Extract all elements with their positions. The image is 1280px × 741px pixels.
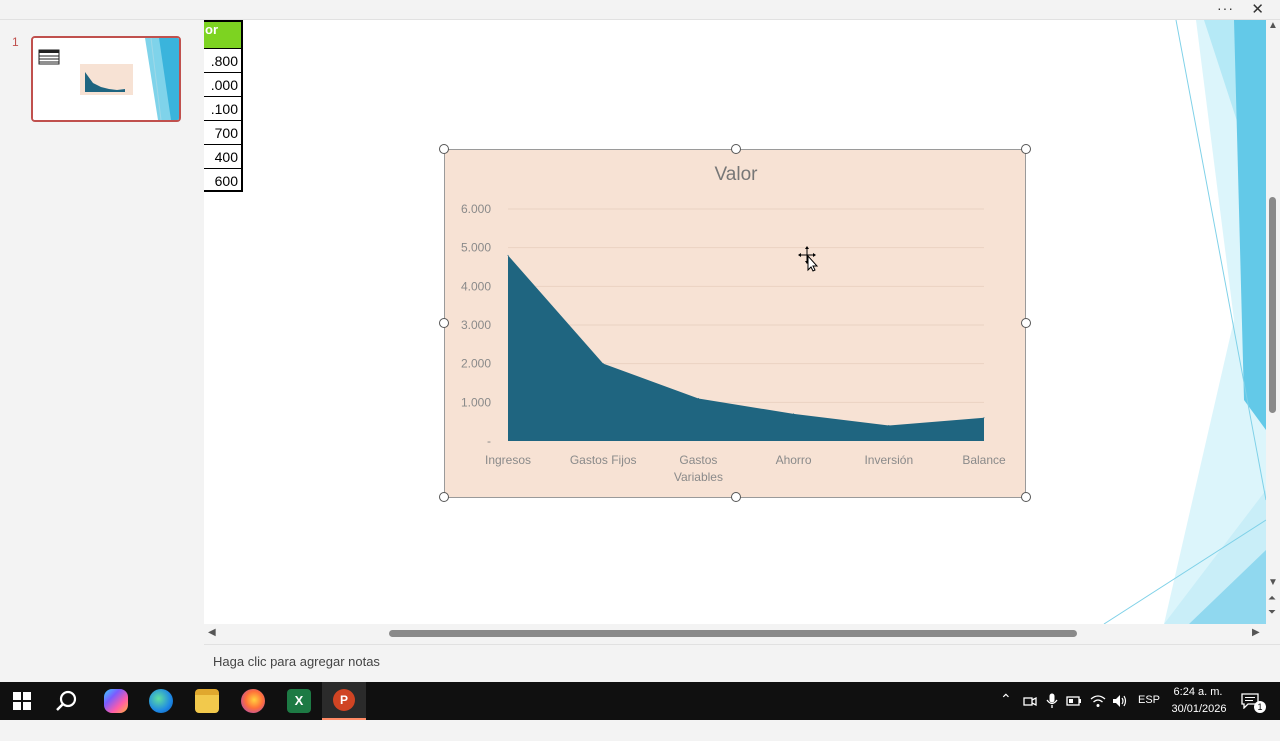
pasted-table-fragment[interactable]: or .800 .000 .100 700 400 600 (204, 20, 243, 192)
table-cell: 700 (204, 120, 241, 144)
y-tick-label: 6.000 (461, 202, 491, 216)
vertical-scrollbar[interactable]: ▲ ▼ ⏶ ⏷ (1266, 20, 1280, 624)
powerpoint-taskbar-button[interactable]: P (322, 682, 366, 720)
data-point (983, 417, 985, 419)
slide-thumbnail[interactable] (31, 36, 181, 122)
battery-icon[interactable] (1066, 694, 1082, 708)
powerpoint-icon: P (333, 689, 355, 711)
resize-handle-bottom-left[interactable] (439, 492, 449, 502)
resize-handle-top-left[interactable] (439, 144, 449, 154)
x-tick-label: Balance (962, 453, 1006, 467)
firefox-icon[interactable] (241, 689, 265, 713)
clock-date[interactable]: 30/01/2026 (1170, 703, 1228, 741)
horizontal-scrollbar[interactable]: ◀ ▶ (204, 624, 1266, 642)
data-point (602, 363, 604, 365)
y-tick-label: 2.000 (461, 357, 491, 371)
notification-count-badge: 1 (1254, 701, 1266, 713)
y-tick-label: - (487, 434, 491, 448)
volume-icon[interactable] (1112, 694, 1128, 708)
slide-number: 1 (12, 35, 19, 49)
data-point (888, 425, 890, 427)
windows-start-icon[interactable] (13, 692, 31, 710)
table-cell: .100 (204, 96, 241, 120)
x-tick-label: Inversión (864, 453, 913, 467)
y-tick-label: 1.000 (461, 395, 491, 409)
more-options-button[interactable]: ··· (1217, 0, 1234, 16)
x-tick-label: Variables (674, 470, 723, 484)
y-tick-label: 5.000 (461, 241, 491, 255)
excel-icon[interactable]: X (287, 689, 311, 713)
microphone-icon[interactable] (1046, 693, 1058, 709)
resize-handle-bottom[interactable] (731, 492, 741, 502)
input-language[interactable]: ESP (1138, 694, 1160, 732)
next-slide-icon[interactable]: ⏷ (1268, 607, 1276, 618)
table-cell: .800 (204, 48, 241, 72)
resize-handle-top[interactable] (731, 144, 741, 154)
scroll-left-icon[interactable]: ◀ (208, 627, 216, 638)
taskbar: X P ⌃ ESP 6:24 a. m. 30/01/2026 1 (0, 682, 1280, 720)
x-tick-label: Ahorro (776, 453, 812, 467)
file-explorer-icon[interactable] (195, 689, 219, 713)
area-series (508, 255, 984, 441)
slide-thumbnail-pane: 1 (0, 20, 203, 644)
y-tick-label: 4.000 (461, 279, 491, 293)
scroll-up-icon[interactable]: ▲ (1268, 20, 1278, 31)
show-hidden-icons-icon[interactable]: ⌃ (1000, 691, 1012, 729)
move-cursor-icon (798, 246, 819, 272)
scroll-down-icon[interactable]: ▼ (1268, 577, 1278, 588)
chart-object[interactable]: Valor -1.000 2.000 3.000 4.000 5.000 6.000 Ing… (444, 149, 1026, 498)
x-tick-label: Ingresos (485, 453, 531, 467)
title-bar: ··· ✕ (0, 0, 1280, 20)
table-cell: .000 (204, 72, 241, 96)
table-header-cell: or (204, 22, 241, 48)
notes-pane[interactable]: Haga clic para agregar notas (204, 644, 1280, 680)
table-cell: 400 (204, 144, 241, 168)
data-point (507, 254, 509, 256)
vertical-scroll-thumb[interactable] (1269, 197, 1276, 413)
search-icon[interactable] (55, 689, 79, 713)
copilot-icon[interactable] (104, 689, 128, 713)
resize-handle-right[interactable] (1021, 318, 1031, 328)
resize-handle-bottom-right[interactable] (1021, 492, 1031, 502)
area-chart: - 1.000 2.000 3.000 4.000 5.000 6.000 Ingresos G… (461, 202, 1006, 484)
edge-browser-icon[interactable] (149, 689, 173, 713)
table-cell: 600 (204, 168, 241, 192)
wifi-icon[interactable] (1090, 694, 1106, 708)
y-tick-label: 3.000 (461, 318, 491, 332)
meet-now-icon[interactable] (1023, 694, 1037, 708)
notes-placeholder: Haga clic para agregar notas (213, 654, 380, 669)
horizontal-scroll-thumb[interactable] (389, 630, 1077, 637)
resize-handle-left[interactable] (439, 318, 449, 328)
close-button[interactable]: ✕ (1251, 0, 1264, 18)
slide-thumbnail-preview (33, 38, 179, 120)
previous-slide-icon[interactable]: ⏶ (1268, 593, 1276, 604)
resize-handle-top-right[interactable] (1021, 144, 1031, 154)
data-point (793, 413, 795, 415)
scroll-right-icon[interactable]: ▶ (1252, 627, 1260, 638)
x-tick-label: Gastos (679, 453, 717, 467)
data-point (697, 397, 699, 399)
x-tick-label: Gastos Fijos (570, 453, 637, 467)
